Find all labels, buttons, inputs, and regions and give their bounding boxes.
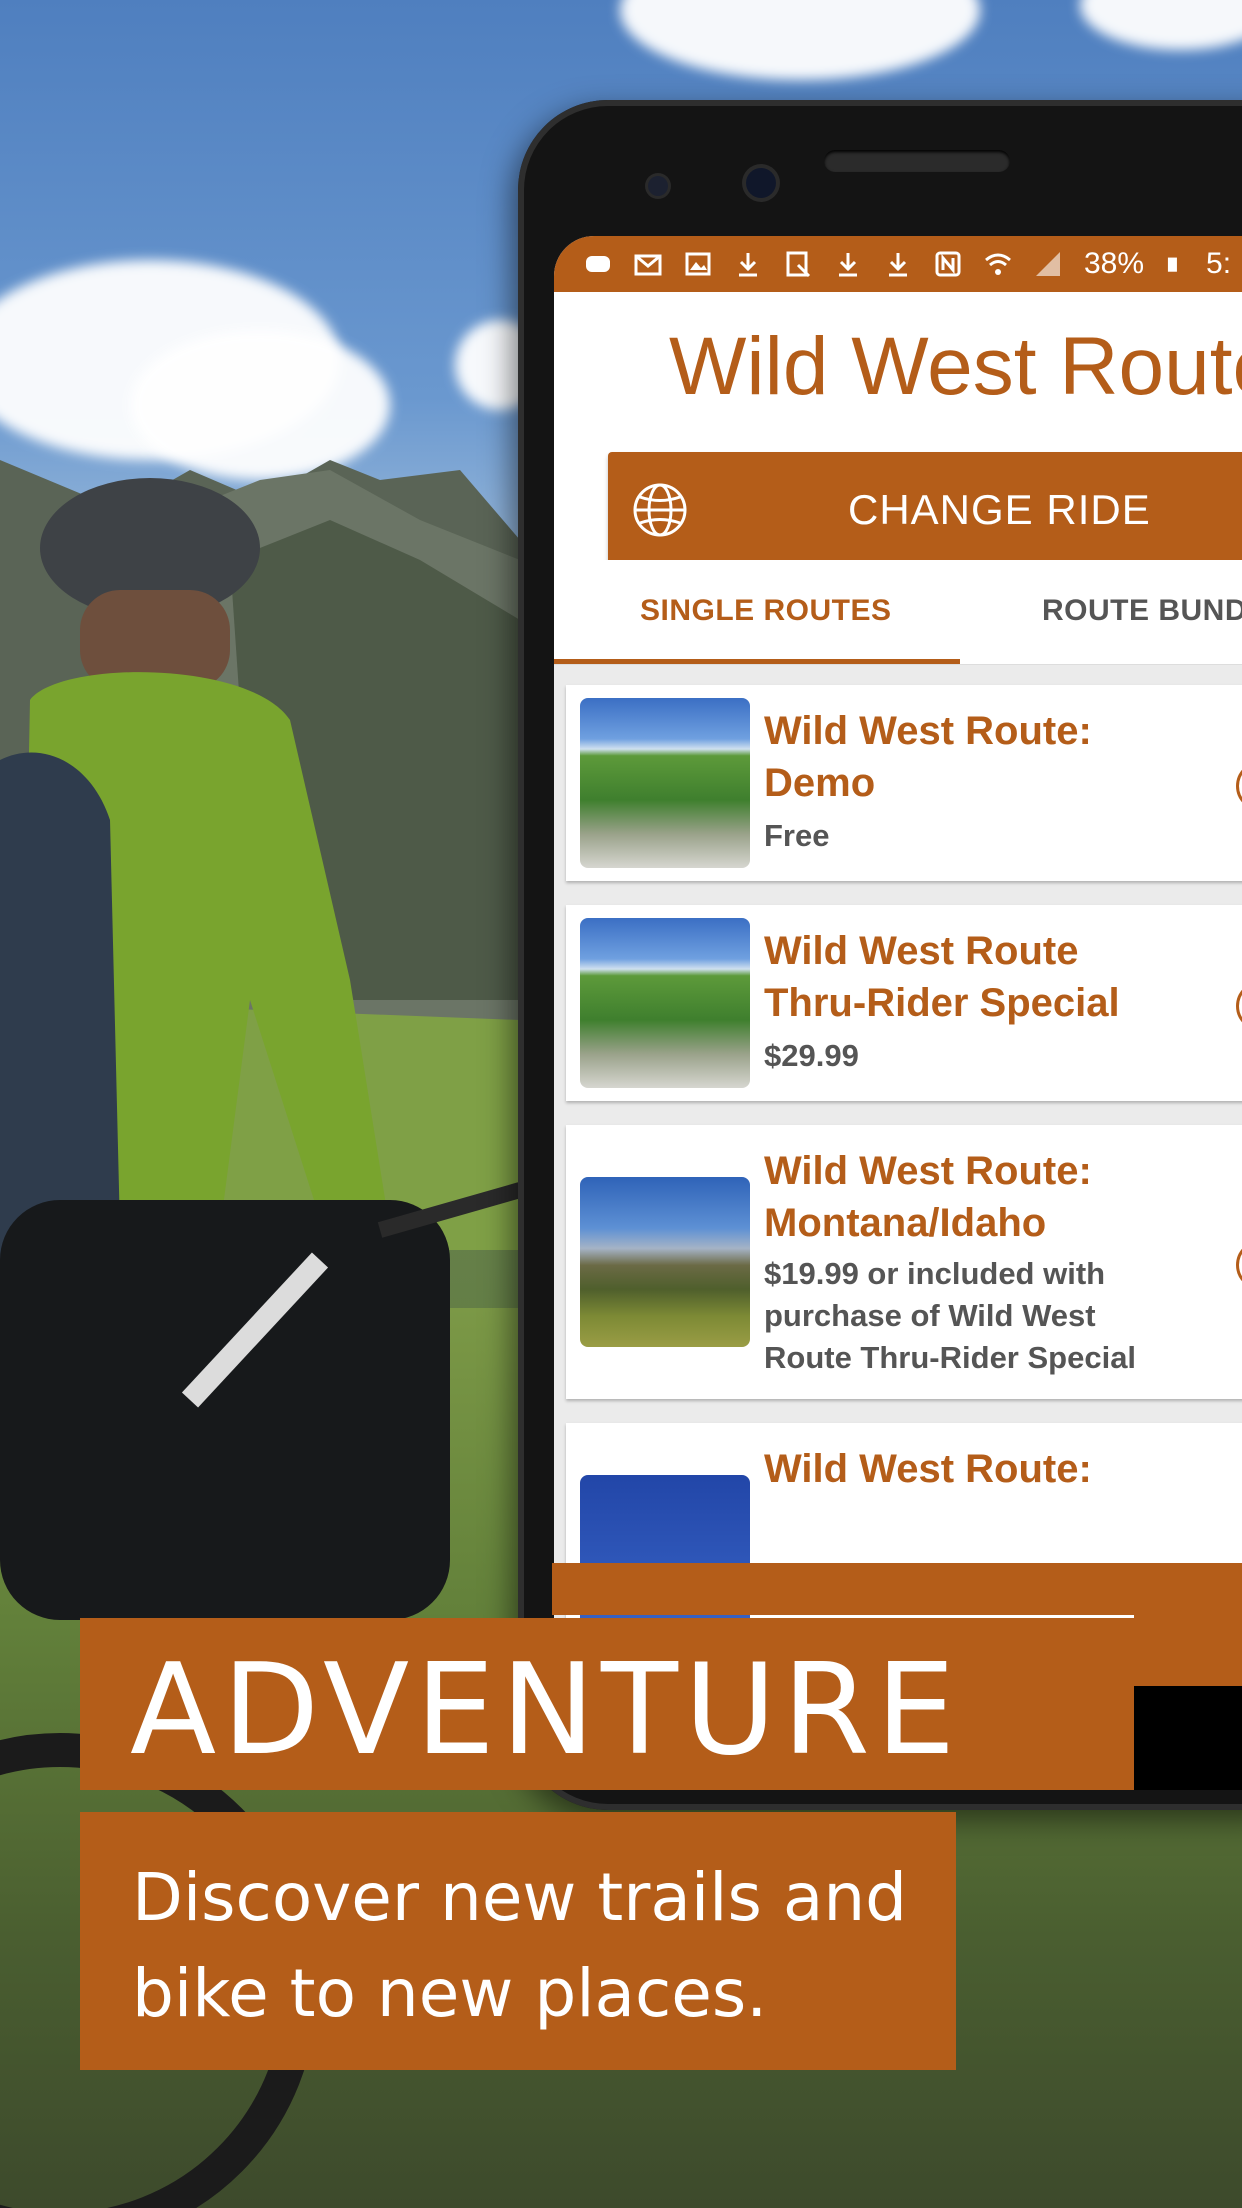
globe-icon — [633, 483, 687, 537]
tagline-banner: Discover new trails and bike to new plac… — [80, 1812, 956, 2070]
banner-strip — [552, 1563, 1242, 1615]
tab-indicator — [554, 659, 960, 664]
app-header: Wild West Route CHANGE RIDE — [554, 292, 1242, 566]
signal-icon — [1036, 252, 1060, 276]
tab-route-bundles[interactable]: ROUTE BUNDL — [1042, 594, 1242, 628]
app-title: Wild West Route — [669, 321, 1242, 412]
mail-icon — [634, 254, 662, 276]
phone-speaker — [824, 150, 1010, 172]
battery-percent: 38% — [1084, 247, 1145, 280]
route-card[interactable]: Wild West Route: Demo Free — [566, 685, 1242, 881]
nfc-icon — [935, 251, 961, 277]
download-icon — [889, 253, 907, 277]
download-icon — [739, 253, 757, 277]
route-price: Free — [764, 818, 830, 853]
status-bar: 38% 5: — [554, 236, 1242, 292]
wifi-icon — [985, 253, 1011, 275]
screenshot-icon — [786, 251, 811, 278]
route-title: Wild West Route Thru-Rider Special — [764, 925, 1120, 1029]
route-select-radio[interactable] — [1236, 1240, 1242, 1290]
promo-tagline-line: Discover new trails and — [132, 1859, 908, 1936]
phone-bottom-edge — [1134, 1686, 1242, 1790]
route-card[interactable]: Wild West Route: Montana/Idaho $19.99 or… — [566, 1125, 1242, 1399]
route-select-radio[interactable] — [1236, 981, 1242, 1031]
message-icon — [586, 256, 610, 272]
route-title-line: Wild West Route: — [764, 709, 1092, 753]
route-title-line: Wild West Route: — [764, 1447, 1092, 1491]
route-list: Wild West Route: Demo Free Wild West Rou… — [554, 665, 1242, 1645]
clock: 5: — [1206, 247, 1232, 280]
route-price: $19.99 or included with purchase of Wild… — [764, 1253, 1136, 1379]
route-select-radio[interactable] — [1236, 761, 1242, 811]
route-thumbnail — [580, 1177, 750, 1347]
route-tabs: SINGLE ROUTES ROUTE BUNDL — [554, 560, 1242, 665]
image-icon — [685, 252, 711, 276]
phone-sensor — [648, 176, 668, 196]
route-title-line: Wild West Route: — [764, 1149, 1092, 1193]
route-title: Wild West Route: Demo — [764, 705, 1092, 809]
route-price-line: $19.99 or included with — [764, 1256, 1106, 1291]
banner-accent — [1134, 1615, 1242, 1687]
change-ride-label: CHANGE RIDE — [848, 486, 1151, 533]
route-card[interactable]: Wild West Route Thru-Rider Special $29.9… — [566, 905, 1242, 1101]
download-icon — [839, 253, 857, 277]
phone-camera — [746, 168, 776, 198]
change-ride-button[interactable]: CHANGE RIDE — [608, 452, 1242, 566]
route-thumbnail — [580, 918, 750, 1088]
tab-single-routes[interactable]: SINGLE ROUTES — [640, 594, 892, 628]
route-price: $29.99 — [764, 1038, 859, 1073]
route-title-line: Montana/Idaho — [764, 1201, 1047, 1245]
route-price-line: purchase of Wild West — [764, 1298, 1096, 1333]
app-screen: 38% 5: Wild West Route CHANGE RIDE SINGL… — [554, 236, 1242, 1790]
promo-tagline: Discover new trails and bike to new plac… — [132, 1850, 932, 2042]
route-title-line: Thru-Rider Special — [764, 981, 1120, 1025]
promo-tagline-line: bike to new places. — [132, 1955, 768, 2032]
battery-icon — [1167, 257, 1177, 272]
route-title: Wild West Route: Montana/Idaho — [764, 1145, 1092, 1249]
route-price-line: Route Thru-Rider Special — [764, 1340, 1137, 1375]
promo-headline: ADVENTURE — [130, 1636, 962, 1783]
route-title-line: Wild West Route — [764, 929, 1079, 973]
route-title: Wild West Route: — [764, 1443, 1092, 1495]
route-title-line: Demo — [764, 761, 876, 805]
route-thumbnail — [580, 698, 750, 868]
